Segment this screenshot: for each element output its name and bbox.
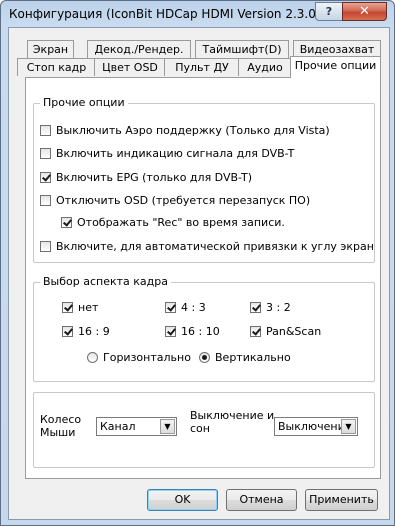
- tab-panel: Прочие опции Выключить Аэро поддержку (Т…: [25, 77, 381, 479]
- checkbox-box[interactable]: [250, 302, 261, 313]
- checkbox-label: Включить EPG (только для DVB-T): [56, 171, 253, 184]
- title-bar[interactable]: Конфигурация (IconBit HDCap HDMI Version…: [1, 1, 394, 27]
- apply-button[interactable]: Применить: [305, 489, 378, 511]
- checkbox-box[interactable]: [250, 326, 261, 337]
- tab-osd-color[interactable]: Цвет OSD: [94, 58, 166, 76]
- chevron-down-icon[interactable]: ▼: [160, 419, 175, 434]
- checkbox-label: Включить индикацию сигнала для DVB-T: [56, 147, 295, 160]
- checkbox-box[interactable]: [40, 148, 51, 159]
- tab-freeze-frame[interactable]: Стоп кадр: [17, 58, 96, 76]
- checkbox-label: 16 : 9: [78, 325, 110, 338]
- checkbox-label: Pan&Scan: [266, 325, 322, 338]
- aspect-group: Выбор аспекта кадра нет 4 : 3 3 : 2 16 :…: [33, 275, 375, 382]
- checkbox-label: Отключить OSD (требуется перезапуск ПО): [56, 194, 311, 207]
- checkbox-label: 16 : 10: [181, 325, 220, 338]
- cancel-button[interactable]: Отмена: [226, 489, 297, 511]
- sleep-mode-select[interactable]: Выключение ▼: [274, 417, 358, 436]
- checkbox-box[interactable]: [62, 326, 73, 337]
- aspect-group-label: Выбор аспекта кадра: [40, 275, 171, 288]
- config-window: Конфигурация (IconBit HDCap HDMI Version…: [0, 0, 395, 526]
- checkbox-box[interactable]: [62, 302, 73, 313]
- other-options-group-label: Прочие опции: [40, 96, 128, 109]
- radio-label: Вертикально: [215, 351, 291, 364]
- close-button[interactable]: ✕: [342, 2, 387, 21]
- checkbox-box[interactable]: [40, 241, 51, 252]
- wheel-mode-select[interactable]: Канал ▼: [96, 417, 177, 436]
- checkbox-box[interactable]: [40, 172, 51, 183]
- dialog-client: Экран Декод./Рендер. Таймшифт(D) Видеоза…: [8, 27, 390, 520]
- tab-decoder-renderer[interactable]: Декод./Рендер.: [87, 40, 191, 58]
- tab-remote-control[interactable]: Пульт ДУ: [164, 58, 240, 76]
- checkbox-label: Выключить Аэро поддержку (Только для Vis…: [56, 124, 330, 137]
- ok-button[interactable]: OK: [147, 489, 218, 511]
- wheel-label-line2: Мыши: [40, 426, 76, 439]
- window-title: Конфигурация (IconBit HDCap HDMI Version…: [9, 7, 321, 21]
- tab-timeshift[interactable]: Таймшифт(D): [195, 40, 289, 58]
- radio-label: Горизонтально: [103, 351, 191, 364]
- help-button[interactable]: ?: [315, 2, 343, 21]
- tab-other-options[interactable]: Прочие опции: [290, 56, 381, 78]
- checkbox-box[interactable]: [165, 302, 176, 313]
- checkbox-label: 4 : 3: [181, 301, 206, 314]
- checkbox-box[interactable]: [165, 326, 176, 337]
- checkbox-label: нет: [78, 301, 99, 314]
- wheel-label-line1: Колесо: [40, 413, 82, 426]
- other-options-group: Прочие опции Выключить Аэро поддержку (Т…: [33, 96, 375, 263]
- checkbox-label: Включите, для автоматической привязки к …: [56, 240, 374, 253]
- sleep-label-line1: Выключение и: [190, 409, 275, 422]
- checkbox-label: Отображать "Rec" во время записи.: [77, 216, 285, 229]
- wheel-mode-value: Канал: [100, 420, 136, 433]
- checkbox-label: 3 : 2: [266, 301, 291, 314]
- chevron-down-icon[interactable]: ▼: [341, 419, 356, 434]
- mouse-group: Колесо Мыши Канал ▼ Выключение и сон Вык…: [33, 392, 375, 468]
- tab-audio[interactable]: Аудио: [238, 58, 292, 76]
- checkbox-box[interactable]: [40, 125, 51, 136]
- checkbox-box[interactable]: [61, 217, 72, 228]
- checkbox-box[interactable]: [40, 195, 51, 206]
- radio-button[interactable]: [199, 352, 210, 363]
- sleep-label-line2: сон: [190, 422, 210, 435]
- tab-screen[interactable]: Экран: [27, 40, 74, 58]
- radio-button[interactable]: [87, 352, 98, 363]
- close-icon: ✕: [359, 4, 370, 19]
